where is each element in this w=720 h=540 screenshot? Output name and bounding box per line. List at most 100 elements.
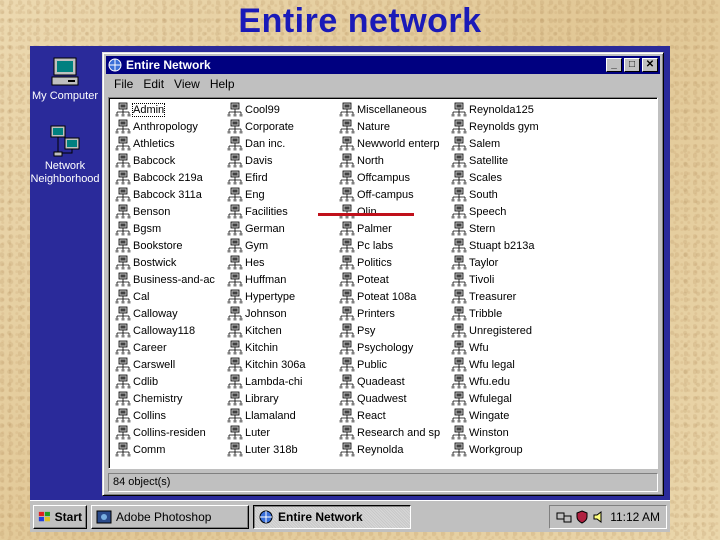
- network-item[interactable]: Efird: [227, 169, 268, 186]
- network-item[interactable]: North: [339, 152, 384, 169]
- network-item[interactable]: Taylor: [451, 254, 498, 271]
- network-item[interactable]: Bgsm: [115, 220, 161, 237]
- network-item[interactable]: Poteat: [339, 271, 389, 288]
- network-item[interactable]: Wingate: [451, 407, 509, 424]
- network-item[interactable]: Hes: [227, 254, 265, 271]
- network-item[interactable]: Kitchen: [227, 322, 282, 339]
- window-titlebar[interactable]: Entire Network _ □ ✕: [106, 56, 660, 74]
- network-item[interactable]: Stuapt b213a: [451, 237, 534, 254]
- network-item[interactable]: Tivoli: [451, 271, 494, 288]
- network-item[interactable]: Babcock 219a: [115, 169, 203, 186]
- network-item[interactable]: German: [227, 220, 285, 237]
- network-item[interactable]: Psy: [339, 322, 375, 339]
- network-item[interactable]: Admin: [115, 101, 166, 118]
- network-item[interactable]: Off-campus: [339, 186, 414, 203]
- menu-edit[interactable]: Edit: [139, 77, 170, 91]
- network-item[interactable]: Cdlib: [115, 373, 158, 390]
- network-item[interactable]: Newworld enterp: [339, 135, 440, 152]
- network-item[interactable]: Wfulegal: [451, 390, 512, 407]
- network-item[interactable]: Cal: [115, 288, 150, 305]
- my-computer-desktop-icon[interactable]: My Computer: [30, 56, 100, 103]
- speaker-icon[interactable]: [592, 510, 606, 524]
- network-item[interactable]: Athletics: [115, 135, 175, 152]
- task-adobe-photoshop[interactable]: Adobe Photoshop: [91, 504, 249, 529]
- network-item[interactable]: Library: [227, 390, 279, 407]
- network-item[interactable]: Politics: [339, 254, 392, 271]
- network-item[interactable]: Anthropology: [115, 118, 198, 135]
- network-item[interactable]: Miscellaneous: [339, 101, 427, 118]
- network-item[interactable]: Olin: [339, 203, 377, 220]
- network-item[interactable]: Johnson: [227, 305, 287, 322]
- shield-icon[interactable]: [576, 509, 588, 524]
- network-item[interactable]: Research and sp: [339, 424, 440, 441]
- network-item[interactable]: Unregistered: [451, 322, 532, 339]
- network-item[interactable]: Reynolda: [339, 441, 403, 458]
- close-button[interactable]: ✕: [642, 58, 658, 72]
- network-item[interactable]: Palmer: [339, 220, 392, 237]
- network-item[interactable]: Salem: [451, 135, 500, 152]
- network-item[interactable]: Scales: [451, 169, 502, 186]
- network-item[interactable]: Calloway: [115, 305, 178, 322]
- network-item[interactable]: Llamaland: [227, 407, 296, 424]
- network-item[interactable]: Offcampus: [339, 169, 410, 186]
- network-item[interactable]: Babcock: [115, 152, 175, 169]
- network-item[interactable]: Career: [115, 339, 167, 356]
- network-tray-icon[interactable]: [556, 510, 572, 524]
- network-item[interactable]: Reynolds gym: [451, 118, 539, 135]
- menu-help[interactable]: Help: [206, 77, 241, 91]
- network-item[interactable]: Luter: [227, 424, 270, 441]
- network-item[interactable]: React: [339, 407, 386, 424]
- network-item[interactable]: Psychology: [339, 339, 413, 356]
- network-item[interactable]: Stern: [451, 220, 495, 237]
- network-item[interactable]: Public: [339, 356, 387, 373]
- network-item[interactable]: Workgroup: [451, 441, 523, 458]
- network-item[interactable]: South: [451, 186, 498, 203]
- network-item[interactable]: Dan inc.: [227, 135, 285, 152]
- menu-file[interactable]: File: [110, 77, 139, 91]
- network-item[interactable]: Collins-residen: [115, 424, 206, 441]
- menu-view[interactable]: View: [170, 77, 206, 91]
- task-entire-network[interactable]: Entire Network: [253, 504, 411, 529]
- network-item[interactable]: Speech: [451, 203, 506, 220]
- network-item[interactable]: Kitchin 306a: [227, 356, 306, 373]
- network-item[interactable]: Carswell: [115, 356, 175, 373]
- network-item[interactable]: Babcock 311a: [115, 186, 202, 203]
- network-item[interactable]: Luter 318b: [227, 441, 298, 458]
- network-item[interactable]: Bostwick: [115, 254, 176, 271]
- network-item[interactable]: Cool99: [227, 101, 280, 118]
- network-item[interactable]: Tribble: [451, 305, 502, 322]
- network-item[interactable]: Kitchin: [227, 339, 278, 356]
- network-item[interactable]: Pc labs: [339, 237, 393, 254]
- network-neighborhood-desktop-icon[interactable]: Network Neighborhood: [30, 124, 100, 186]
- network-item[interactable]: Quadeast: [339, 373, 405, 390]
- maximize-button[interactable]: □: [624, 58, 640, 72]
- start-button[interactable]: Start: [33, 504, 87, 529]
- network-item[interactable]: Business-and-ac: [115, 271, 215, 288]
- network-item[interactable]: Poteat 108a: [339, 288, 416, 305]
- network-item[interactable]: Wfu legal: [451, 356, 515, 373]
- network-item[interactable]: Calloway118: [115, 322, 195, 339]
- network-item[interactable]: Printers: [339, 305, 395, 322]
- network-item[interactable]: Benson: [115, 203, 170, 220]
- network-item[interactable]: Reynolda125: [451, 101, 534, 118]
- network-item[interactable]: Corporate: [227, 118, 294, 135]
- network-item[interactable]: Facilities: [227, 203, 288, 220]
- network-item[interactable]: Chemistry: [115, 390, 183, 407]
- network-item[interactable]: Davis: [227, 152, 273, 169]
- network-item[interactable]: Gym: [227, 237, 268, 254]
- network-item[interactable]: Wfu: [451, 339, 489, 356]
- network-item[interactable]: Satellite: [451, 152, 508, 169]
- network-item[interactable]: Bookstore: [115, 237, 183, 254]
- network-item[interactable]: Wfu.edu: [451, 373, 510, 390]
- network-item[interactable]: Lambda-chi: [227, 373, 302, 390]
- minimize-button[interactable]: _: [606, 58, 622, 72]
- network-item[interactable]: Treasurer: [451, 288, 516, 305]
- network-item[interactable]: Eng: [227, 186, 265, 203]
- network-item[interactable]: Collins: [115, 407, 166, 424]
- network-item[interactable]: Quadwest: [339, 390, 407, 407]
- network-item[interactable]: Huffman: [227, 271, 286, 288]
- network-item[interactable]: Nature: [339, 118, 390, 135]
- network-item[interactable]: Winston: [451, 424, 509, 441]
- network-item[interactable]: Comm: [115, 441, 165, 458]
- network-item[interactable]: Hypertype: [227, 288, 295, 305]
